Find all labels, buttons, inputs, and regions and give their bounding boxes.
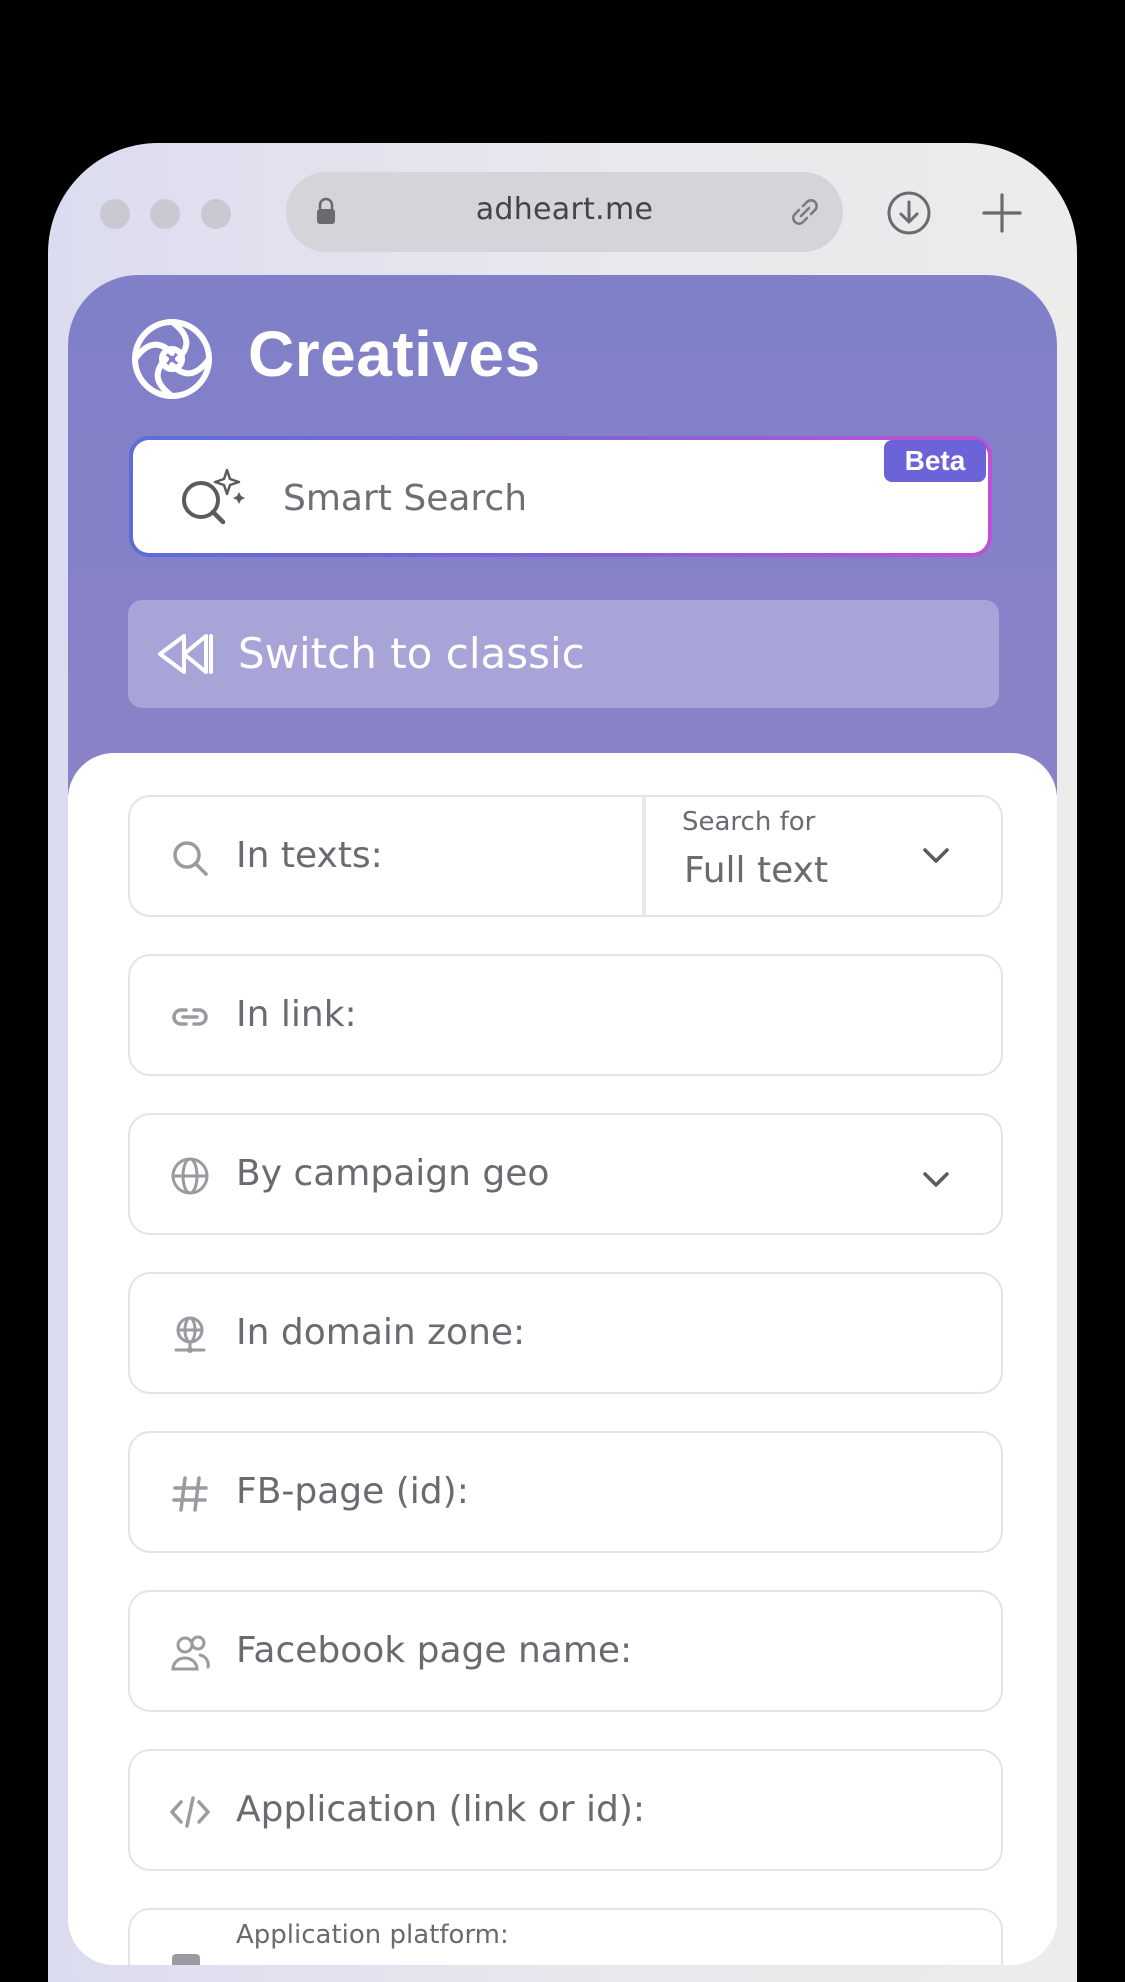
campaign-geo-label: By campaign geo <box>236 1153 550 1194</box>
application-field[interactable]: Application (link or id): <box>128 1749 1003 1871</box>
link-icon <box>172 1008 208 1026</box>
search-for-select[interactable]: Full text <box>684 850 828 891</box>
page-title: Creatives <box>248 318 541 390</box>
fb-page-id-field[interactable]: FB-page (id): <box>128 1431 1003 1553</box>
application-platform-select[interactable]: Application platform: <box>128 1908 1003 1965</box>
switch-to-classic-label: Switch to classic <box>238 629 585 678</box>
smart-search-box[interactable]: Smart Search <box>129 436 992 557</box>
beta-badge: Beta <box>884 440 986 482</box>
fb-page-id-label: FB-page (id): <box>236 1471 469 1512</box>
campaign-geo-select[interactable]: By campaign geo <box>128 1113 1003 1235</box>
hero-header: Creatives Smart Search Beta Switch to cl… <box>68 275 1057 795</box>
fb-page-name-field[interactable]: Facebook page name: <box>128 1590 1003 1712</box>
in-texts-field[interactable]: In texts: Search for Full text <box>128 795 1003 917</box>
download-icon[interactable] <box>885 189 933 237</box>
search-for-label: Search for <box>682 807 816 837</box>
network-globe-icon <box>174 1316 206 1353</box>
chevron-down-icon[interactable] <box>921 1169 951 1191</box>
chevron-down-icon[interactable] <box>921 845 951 867</box>
in-link-label: In link: <box>236 994 357 1035</box>
globe-icon <box>171 1157 209 1195</box>
field-divider <box>642 797 646 915</box>
aperture-icon <box>132 319 212 399</box>
fb-page-name-label: Facebook page name: <box>236 1630 633 1671</box>
window-minimize-dot[interactable] <box>150 199 180 229</box>
filters-panel: In texts: Search for Full text In link: … <box>68 753 1057 1965</box>
url-text: adheart.me <box>475 192 654 227</box>
browser-window: adheart.me Creatives Smart Search Beta S… <box>48 143 1077 1982</box>
device-icon <box>172 1954 200 1965</box>
switch-to-classic-button[interactable]: Switch to classic <box>128 600 999 708</box>
link-icon[interactable] <box>787 194 823 230</box>
application-platform-label: Application platform: <box>236 1920 509 1950</box>
in-texts-label: In texts: <box>236 835 383 876</box>
search-icon <box>173 841 208 876</box>
code-icon <box>170 1796 210 1828</box>
address-bar[interactable]: adheart.me <box>286 172 843 252</box>
hash-icon <box>172 1476 208 1512</box>
window-zoom-dot[interactable] <box>201 199 231 229</box>
sparkle-search-icon <box>182 468 245 525</box>
in-link-field[interactable]: In link: <box>128 954 1003 1076</box>
new-tab-plus-icon[interactable] <box>980 191 1024 235</box>
window-close-dot[interactable] <box>100 199 130 229</box>
application-label: Application (link or id): <box>236 1789 646 1830</box>
rewind-icon <box>158 634 213 674</box>
smart-search-input[interactable]: Smart Search <box>283 478 527 519</box>
domain-zone-field[interactable]: In domain zone: <box>128 1272 1003 1394</box>
page-content: Creatives Smart Search Beta Switch to cl… <box>68 275 1057 1965</box>
users-icon <box>171 1635 210 1671</box>
domain-zone-label: In domain zone: <box>236 1312 526 1353</box>
